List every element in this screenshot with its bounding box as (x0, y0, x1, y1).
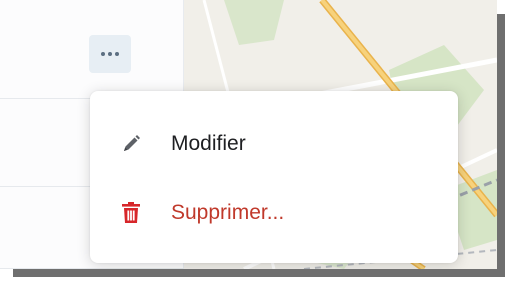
menu-item-delete[interactable]: Supprimer... (90, 189, 458, 237)
menu-item-edit[interactable]: Modifier (90, 120, 458, 168)
ellipsis-icon (101, 52, 119, 56)
row-divider (0, 268, 184, 269)
screenshot-shadow-right (497, 14, 505, 276)
context-menu: Modifier Supprimer... (90, 91, 458, 263)
screenshot-shadow-bottom (13, 269, 505, 277)
more-options-button[interactable] (89, 35, 131, 73)
trash-icon (118, 200, 144, 226)
pencil-icon (118, 131, 144, 157)
menu-item-label: Modifier (171, 132, 246, 155)
screenshot-stage: Modifier Supprimer... (0, 0, 507, 305)
map-park-area (224, 0, 284, 45)
screenshot-frame: Modifier Supprimer... (0, 0, 497, 269)
menu-item-label: Supprimer... (171, 201, 285, 224)
